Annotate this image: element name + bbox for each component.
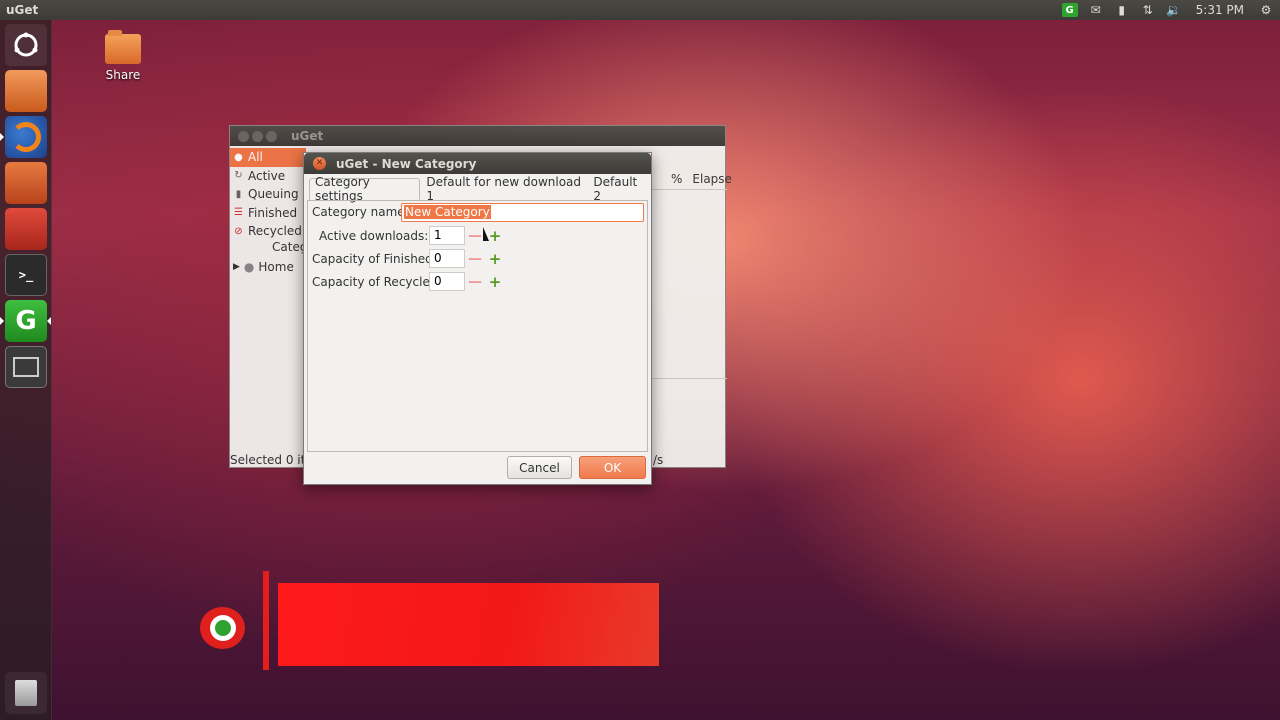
all-icon: ● [234,151,243,163]
network-icon[interactable]: ⇅ [1140,3,1156,17]
dash-home-icon[interactable] [5,24,47,66]
increment-icon[interactable]: + [485,272,505,291]
clock[interactable]: 5:31 PM [1196,3,1244,17]
capacity-recycled-input[interactable]: 0 [429,272,465,291]
folder-icon [105,30,141,64]
minimize-icon[interactable] [252,130,263,142]
capacity-recycled-label: Capacity of Recycled: [312,275,442,289]
sidebar-item-label: All [248,150,263,165]
desktop-share-folder[interactable]: Share [100,30,146,82]
sidebar-item-label: Recycled [248,224,302,239]
gear-icon[interactable]: ⚙ [1258,3,1274,17]
maximize-icon[interactable] [266,130,277,142]
status-selected: Selected 0 ite [230,453,313,467]
running-indicator [0,317,4,325]
active-downloads-spinner: 1 — + [429,226,505,245]
logo-badge-icon [200,607,245,649]
category-name-label: Category name: [312,205,409,219]
overlay-accent-line [263,571,269,670]
sidebar-item-queuing[interactable]: ▮ Queuing [230,185,306,204]
sidebar-item-active[interactable]: ↻ Active [230,167,306,186]
active-downloads-input[interactable]: 1 [429,226,465,245]
focused-indicator [47,317,51,325]
capacity-finished-label: Capacity of Finished: [312,252,437,266]
sidebar-item-label: Finished [248,205,298,220]
mouse-cursor [483,227,489,241]
sidebar-item-all[interactable]: ● All [230,148,306,167]
ok-button[interactable]: OK [579,456,646,479]
capacity-finished-spinner: 0 — + [429,249,505,268]
active-app-title: uGet [6,3,39,17]
main-window-titlebar[interactable]: uGet [230,126,725,146]
workspace-switcher-icon[interactable] [5,346,47,388]
state-sidebar: ● All ↻ Active ▮ Queuing ☰ Finished ⊘ Re… [230,148,306,241]
launcher: >_ G [0,20,52,720]
desktop-share-label: Share [105,68,141,82]
running-indicator [0,133,4,141]
elapsed-column[interactable]: Elapse [682,172,732,189]
dialog-titlebar[interactable]: ✕ uGet - New Category [304,153,651,174]
dialog-tabs: Category settings Default for new downlo… [309,175,651,203]
main-window-title: uGet [291,129,324,143]
queuing-icon: ▮ [235,188,242,200]
expander-icon[interactable]: ▶ [233,262,240,272]
top-panel: uGet G ✉ ▮ ⇅ 🔉 5:31 PM ⚙ [0,0,1280,20]
overlay-red-banner [278,583,659,666]
category-name-input[interactable]: New Category [401,203,644,222]
capacity-finished-input[interactable]: 0 [429,249,465,268]
sidebar-item-label: Queuing [248,187,299,202]
cancel-button[interactable]: Cancel [507,456,572,479]
tab-default-2[interactable]: Default 2 [587,175,651,203]
divider [651,378,727,379]
uget-launcher-icon[interactable]: G [5,300,47,342]
download-list-header: % Elapse [651,172,732,190]
mail-icon[interactable]: ✉ [1088,3,1104,17]
capacity-recycled-spinner: 0 — + [429,272,505,291]
status-speed: /s [653,453,664,467]
home-category-icon: ● [243,260,255,274]
window-controls [238,130,277,142]
recycled-icon: ⊘ [234,225,243,237]
category-home[interactable]: ▶ ● Home [233,260,294,274]
sidebar-item-label: Active [248,168,286,183]
finished-icon: ☰ [234,207,243,219]
decrement-icon[interactable]: — [465,272,485,291]
percent-column[interactable]: % [651,172,682,189]
battery-icon[interactable]: ▮ [1114,3,1130,17]
terminal-icon[interactable]: >_ [5,254,47,296]
category-name-selected-text: New Category [404,205,491,219]
decrement-icon[interactable]: — [465,249,485,268]
dialog-title: uGet - New Category [336,156,477,171]
decrement-icon[interactable]: — [465,226,485,245]
sidebar-item-finished[interactable]: ☰ Finished [230,204,306,223]
uget-tray-icon[interactable]: G [1061,3,1078,17]
active-icon: ↻ [234,170,243,182]
trash-icon[interactable] [5,672,47,714]
firefox-icon[interactable] [5,116,47,158]
system-tray: G ✉ ▮ ⇅ 🔉 5:31 PM ⚙ [1061,3,1274,17]
volume-icon[interactable]: 🔉 [1166,3,1182,17]
sidebar-item-recycled[interactable]: ⊘ Recycled [230,222,306,241]
tab-category-settings[interactable]: Category settings [309,175,421,203]
close-icon[interactable]: ✕ [313,157,326,170]
active-downloads-label: Active downloads: [319,229,429,243]
category-home-label: Home [258,260,294,274]
close-icon[interactable] [238,130,249,142]
new-category-dialog: ✕ uGet - New Category Category settings … [303,152,652,485]
tab-default-download-1[interactable]: Default for new download 1 [420,175,587,203]
system-settings-icon[interactable] [5,208,47,250]
software-center-icon[interactable] [5,162,47,204]
files-folder-icon[interactable] [5,70,47,112]
increment-icon[interactable]: + [485,249,505,268]
